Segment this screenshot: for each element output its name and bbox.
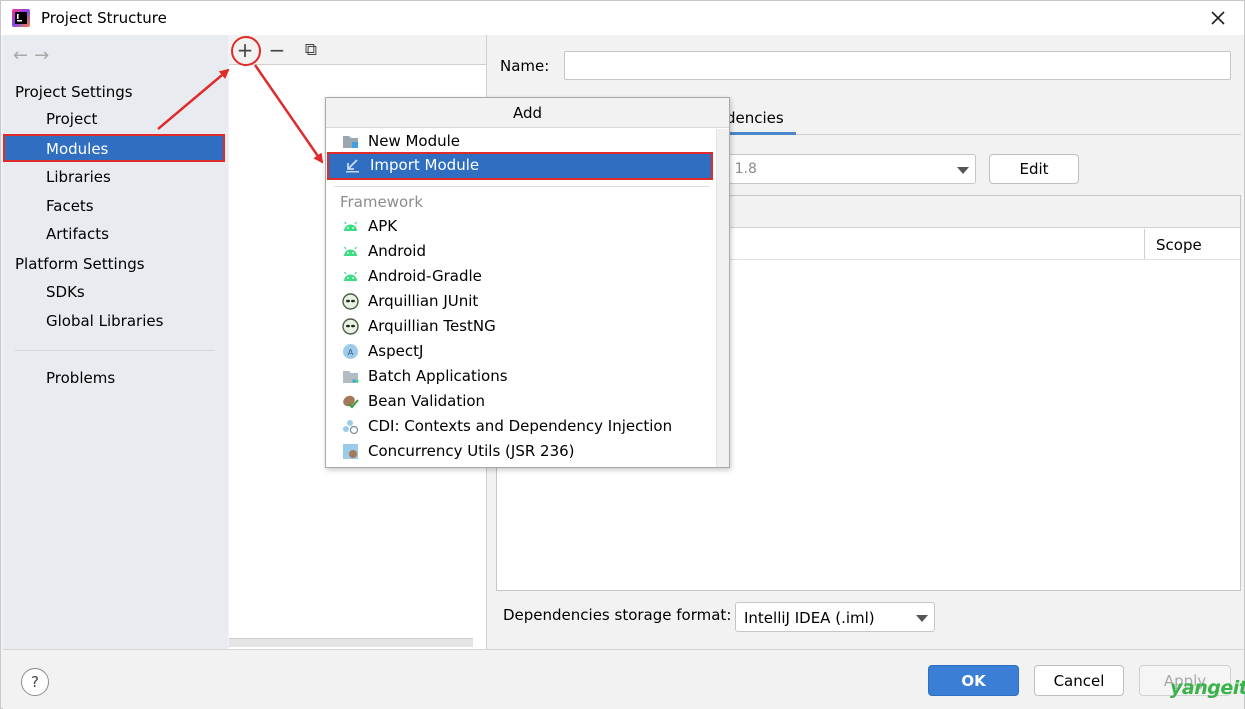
menu-item-label: Concurrency Utils (JSR 236) — [368, 442, 575, 460]
menu-item-label: AspectJ — [368, 342, 424, 360]
menu-item-label: New Module — [368, 132, 461, 150]
sidebar-group-project-settings: Project Settings — [15, 83, 133, 101]
scope-column-header[interactable]: Scope — [1156, 236, 1202, 254]
watermark-text: yangeit — [1170, 677, 1245, 699]
menu-separator — [334, 186, 709, 187]
menu-item-bean-validation[interactable]: Bean Validation — [326, 389, 716, 414]
column-separator[interactable] — [1144, 229, 1145, 259]
add-button-highlight — [231, 36, 261, 66]
storage-format-select[interactable]: IntelliJ IDEA (.iml) — [735, 602, 935, 632]
sidebar-item-modules[interactable]: Modules — [3, 134, 225, 162]
settings-sidebar: ←→ Project Settings Project Modules Libr… — [3, 35, 228, 649]
svg-text:A: A — [348, 348, 354, 357]
chevron-down-icon — [916, 615, 928, 622]
sidebar-divider — [15, 350, 215, 351]
ok-button[interactable]: OK — [928, 665, 1019, 696]
menu-item-new-module[interactable]: New Module — [326, 129, 716, 154]
menu-item-label: Android — [368, 242, 426, 260]
dialog-button-bar: ? OK Cancel Apply — [3, 649, 1244, 709]
menu-item-batch-applications[interactable]: Batch Applications — [326, 364, 716, 389]
sidebar-item-sdks[interactable]: SDKs — [46, 283, 85, 301]
tab-dependencies-label: dencies — [726, 109, 784, 127]
menu-item-label: Arquillian TestNG — [368, 317, 496, 335]
module-sdk-select[interactable]: K 1.8 — [706, 154, 976, 184]
concurrency-icon — [343, 444, 358, 459]
remove-icon[interactable]: − — [265, 38, 289, 62]
import-arrow-icon — [346, 159, 359, 173]
cancel-button[interactable]: Cancel — [1034, 665, 1124, 696]
sidebar-item-label: Modules — [46, 140, 109, 158]
menu-item-apk[interactable]: APK — [326, 214, 716, 239]
menu-item-label: APK — [368, 217, 398, 235]
copy-icon[interactable]: ⧉ — [299, 38, 323, 62]
sidebar-item-libraries[interactable]: Libraries — [46, 168, 111, 186]
popup-title: Add — [326, 98, 729, 128]
intellij-app-icon — [12, 9, 30, 27]
menu-item-android[interactable]: Android — [326, 239, 716, 264]
android-icon — [344, 246, 357, 256]
name-label: Name: — [500, 57, 550, 75]
batch-folder-icon — [343, 371, 359, 383]
sidebar-item-artifacts[interactable]: Artifacts — [46, 225, 109, 243]
menu-item-label: Batch Applications — [368, 367, 508, 385]
storage-format-value: IntelliJ IDEA (.iml) — [744, 609, 875, 627]
popup-scrollbar[interactable] — [716, 129, 729, 467]
android-icon — [344, 221, 357, 231]
sidebar-group-platform-settings: Platform Settings — [15, 255, 145, 273]
module-toolbar: + − ⧉ — [229, 35, 486, 65]
menu-item-label: Import Module — [370, 156, 480, 174]
alien-icon — [342, 318, 359, 335]
forward-arrow-icon[interactable]: → — [34, 45, 55, 66]
menu-item-arquillian-testng[interactable]: Arquillian TestNG — [326, 314, 716, 339]
add-popup-menu: Add New Module Import Module Framework A… — [325, 97, 730, 468]
window-title: Project Structure — [41, 9, 167, 27]
cdi-icon — [343, 420, 359, 435]
module-name-input[interactable] — [564, 51, 1231, 80]
sidebar-item-project[interactable]: Project — [46, 110, 97, 128]
nav-arrows: ←→ — [13, 45, 55, 66]
menu-item-label: Android-Gradle — [368, 267, 482, 285]
title-bar: Project Structure — [1, 1, 1244, 35]
sidebar-item-global-libraries[interactable]: Global Libraries — [46, 312, 163, 330]
folder-module-icon — [343, 136, 358, 148]
alien-icon — [342, 293, 359, 310]
menu-item-label: Arquillian JUnit — [368, 292, 479, 310]
help-button[interactable]: ? — [21, 668, 49, 696]
chevron-down-icon — [957, 167, 969, 174]
menu-item-aspectj[interactable]: A AspectJ — [326, 339, 716, 364]
menu-item-android-gradle[interactable]: Android-Gradle — [326, 264, 716, 289]
close-icon[interactable] — [1209, 9, 1227, 27]
back-arrow-icon[interactable]: ← — [13, 45, 34, 66]
aspectj-icon: A — [343, 344, 358, 359]
bean-check-icon — [343, 395, 359, 409]
menu-item-cdi[interactable]: CDI: Contexts and Dependency Injection — [326, 414, 716, 439]
menu-item-import-module[interactable]: Import Module — [327, 152, 713, 180]
menu-item-arquillian-junit[interactable]: Arquillian JUnit — [326, 289, 716, 314]
menu-group-framework: Framework — [340, 193, 424, 211]
sidebar-item-facets[interactable]: Facets — [46, 197, 94, 215]
edit-sdk-button[interactable]: Edit — [989, 154, 1079, 184]
horizontal-scrollbar[interactable] — [229, 638, 473, 647]
menu-item-concurrency-utils[interactable]: Concurrency Utils (JSR 236) — [326, 439, 716, 464]
menu-item-label: Bean Validation — [368, 392, 486, 410]
sidebar-item-problems[interactable]: Problems — [46, 369, 115, 387]
android-icon — [344, 271, 357, 281]
menu-item-label: CDI: Contexts and Dependency Injection — [368, 417, 673, 435]
storage-format-label: Dependencies storage format: — [503, 606, 732, 624]
